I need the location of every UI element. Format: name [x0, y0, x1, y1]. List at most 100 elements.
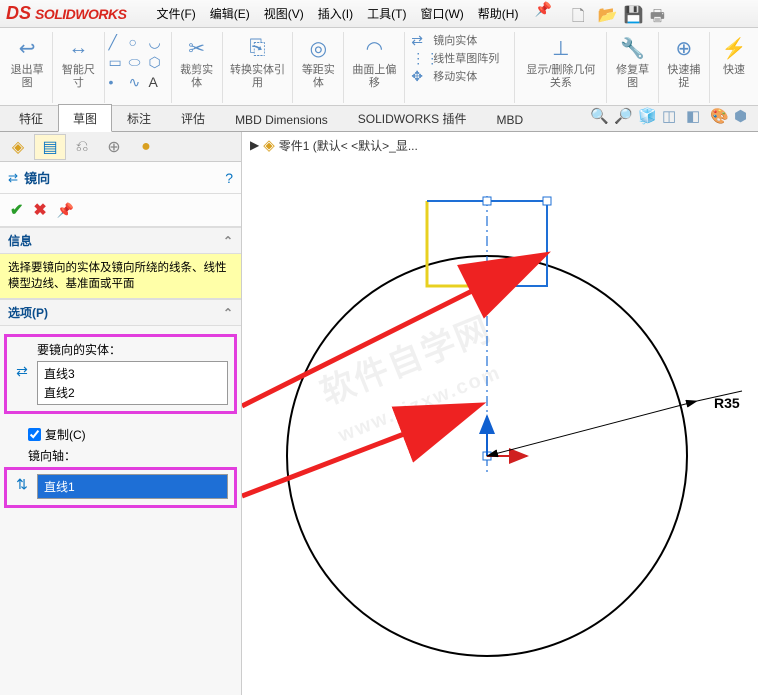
repair-sketch-button[interactable]: 🔧 修复草图: [607, 32, 658, 103]
copy-checkbox-row[interactable]: 复制(C): [4, 424, 237, 447]
feature-manager-tab[interactable]: ◈: [2, 134, 34, 160]
view-orient-icon[interactable]: 🧊: [638, 107, 656, 125]
smart-dim-label: 智能尺寸: [59, 64, 97, 90]
trim-button[interactable]: ✂ 裁剪实体: [172, 32, 223, 103]
mirror-icon: ⇄: [411, 32, 429, 50]
main-area: ◈ ▤ ⎌ ⊕ ● ⇄ 镜向 ? ✔ ✖ 📌 信息 ⌃ 选择要镜向的实体及镜向所…: [0, 132, 758, 695]
options-section-label: 选项(P): [8, 304, 48, 321]
tab-features[interactable]: 特征: [4, 104, 58, 131]
menu-file[interactable]: 文件(F): [150, 1, 201, 26]
entities-label: 要镜向的实体：: [13, 341, 228, 358]
radius-dimension-text[interactable]: R35: [714, 395, 740, 411]
info-section-header[interactable]: 信息 ⌃: [0, 227, 241, 254]
options-section-header[interactable]: 选项(P) ⌃: [0, 299, 241, 326]
curve-edit-label: 曲面上偏移: [350, 64, 398, 90]
tab-solidworks-addins[interactable]: SOLIDWORKS 插件: [343, 104, 482, 131]
move-entities-button[interactable]: ✥ 移动实体: [411, 68, 477, 86]
menu-edit[interactable]: 编辑(E): [204, 1, 256, 26]
tab-annotate[interactable]: 标注: [112, 104, 166, 131]
ribbon: ↩ 退出草图 ↔ 智能尺寸 ╱ ○ ◡ ▭ ⬭ ⬡ • ∿ A ✂ 裁剪实体 ⎘…: [0, 28, 758, 106]
save-icon[interactable]: 💾: [624, 5, 642, 23]
slot-icon[interactable]: ⬭: [129, 54, 147, 72]
axis-selection-box[interactable]: 直线1: [37, 474, 228, 499]
show-relations-button[interactable]: ⊥ 显示/删除几何关系: [515, 32, 607, 103]
axis-item[interactable]: 直线1: [42, 477, 223, 496]
smart-dimension-button[interactable]: ↔ 智能尺寸: [53, 32, 104, 103]
display-manager-tab[interactable]: ●: [130, 134, 162, 160]
new-icon[interactable]: 🗋: [572, 5, 590, 23]
open-icon[interactable]: 📂: [598, 5, 616, 23]
trim-label: 裁剪实体: [178, 64, 216, 90]
handle[interactable]: [483, 197, 491, 205]
entities-selection-box[interactable]: 直线3 直线2: [37, 361, 228, 405]
tab-mbd[interactable]: MBD: [481, 107, 538, 131]
scene-icon[interactable]: 🎨: [710, 107, 728, 125]
menu-view[interactable]: 视图(V): [258, 1, 310, 26]
display-style-icon[interactable]: ◫: [662, 107, 680, 125]
arc-icon[interactable]: ◡: [149, 34, 167, 52]
entities-highlight-box: 要镜向的实体： ⇄ 直线3 直线2: [4, 334, 237, 414]
command-title: 镜向: [24, 168, 50, 187]
config-manager-tab[interactable]: ⎌: [66, 134, 98, 160]
tab-mbd-dimensions[interactable]: MBD Dimensions: [220, 107, 343, 131]
title-bar: DS SOLIDWORKS 文件(F) 编辑(E) 视图(V) 插入(I) 工具…: [0, 0, 758, 28]
sketch-canvas[interactable]: R35: [242, 156, 758, 695]
mirror-entities-button[interactable]: ⇄ 镜向实体: [411, 32, 477, 50]
property-manager-tab[interactable]: ▤: [34, 134, 66, 160]
axis-icon: ⇅: [13, 474, 31, 493]
radius-dimension-leader[interactable]: [487, 401, 697, 456]
spline-icon[interactable]: ∿: [129, 74, 147, 92]
offset-label: 等距实体: [299, 64, 337, 90]
polygon-icon[interactable]: ⬡: [149, 54, 167, 72]
relations-icon: ⊥: [547, 34, 575, 62]
repair-icon: 🔧: [619, 34, 647, 62]
section-view-icon[interactable]: ◧: [686, 107, 704, 125]
help-icon[interactable]: ?: [225, 170, 233, 186]
dimxpert-manager-tab[interactable]: ⊕: [98, 134, 130, 160]
sketch-tools-mini: ╱ ○ ◡ ▭ ⬭ ⬡ • ∿ A: [105, 32, 172, 103]
menu-help[interactable]: 帮助(H): [472, 1, 525, 26]
zoom-fit-icon[interactable]: 🔍: [590, 107, 608, 125]
exit-sketch-label: 退出草图: [8, 64, 46, 90]
convert-button[interactable]: ⎘ 转换实体引用: [223, 32, 293, 103]
print-icon[interactable]: 🖶: [650, 5, 668, 23]
menu-window[interactable]: 窗口(W): [414, 1, 469, 26]
options-body: 要镜向的实体： ⇄ 直线3 直线2 复制(C) 镜向轴： ⇅: [0, 326, 241, 526]
sketch-line-mirrored[interactable]: [487, 201, 547, 286]
zoom-area-icon[interactable]: 🔎: [614, 107, 632, 125]
menu-tools[interactable]: 工具(T): [361, 1, 412, 26]
menu-insert[interactable]: 插入(I): [312, 1, 359, 26]
part-name[interactable]: 零件1 (默认< <默认>_显...: [279, 137, 418, 154]
handle[interactable]: [543, 197, 551, 205]
curve-edit-button[interactable]: ◠ 曲面上偏移: [344, 32, 405, 103]
appearance-icon[interactable]: ⬢: [734, 107, 752, 125]
exit-sketch-button[interactable]: ↩ 退出草图: [2, 32, 53, 103]
copy-checkbox[interactable]: [28, 428, 41, 441]
entity-item[interactable]: 直线2: [42, 383, 223, 402]
rectangle-icon[interactable]: ▭: [109, 54, 127, 72]
circle-icon[interactable]: ○: [129, 34, 147, 52]
quick-snap-button[interactable]: ⊕ 快速捕捉: [659, 32, 710, 103]
tab-evaluate[interactable]: 评估: [166, 104, 220, 131]
tab-sketch[interactable]: 草图: [58, 104, 112, 132]
info-message: 选择要镜向的实体及镜向所绕的线条、线性模型边线、基准面或平面: [0, 254, 241, 299]
expand-arrow-icon[interactable]: ▶: [250, 138, 259, 152]
offset-button[interactable]: ◎ 等距实体: [293, 32, 344, 103]
convert-icon: ⎘: [243, 34, 271, 62]
chevron-up-icon: ⌃: [223, 234, 233, 248]
linear-pattern-button[interactable]: ⋮⋮ 线性草图阵列: [411, 50, 499, 68]
point-icon[interactable]: •: [109, 74, 127, 92]
entity-item[interactable]: 直线3: [42, 364, 223, 383]
manager-tab-bar: ◈ ▤ ⎌ ⊕ ●: [0, 132, 241, 162]
text-icon[interactable]: A: [149, 74, 167, 92]
pushpin-button[interactable]: 📌: [57, 202, 74, 219]
ok-button[interactable]: ✔: [10, 200, 23, 220]
graphics-area[interactable]: ▶ ◈ 零件1 (默认< <默认>_显... 软件自学网www.rjzxw.co…: [242, 132, 758, 695]
flyout-feature-tree[interactable]: ▶ ◈ 零件1 (默认< <默认>_显...: [242, 132, 758, 158]
pin-icon[interactable]: 📌: [534, 1, 551, 26]
sketch-line-yellow[interactable]: [427, 201, 487, 286]
cancel-button[interactable]: ✖: [33, 200, 46, 220]
heads-up-toolbar: 🔍 🔎 🧊 ◫ ◧ 🎨 ⬢: [590, 107, 752, 125]
line-icon[interactable]: ╱: [109, 34, 127, 52]
fast-button[interactable]: ⚡ 快速: [710, 32, 758, 103]
